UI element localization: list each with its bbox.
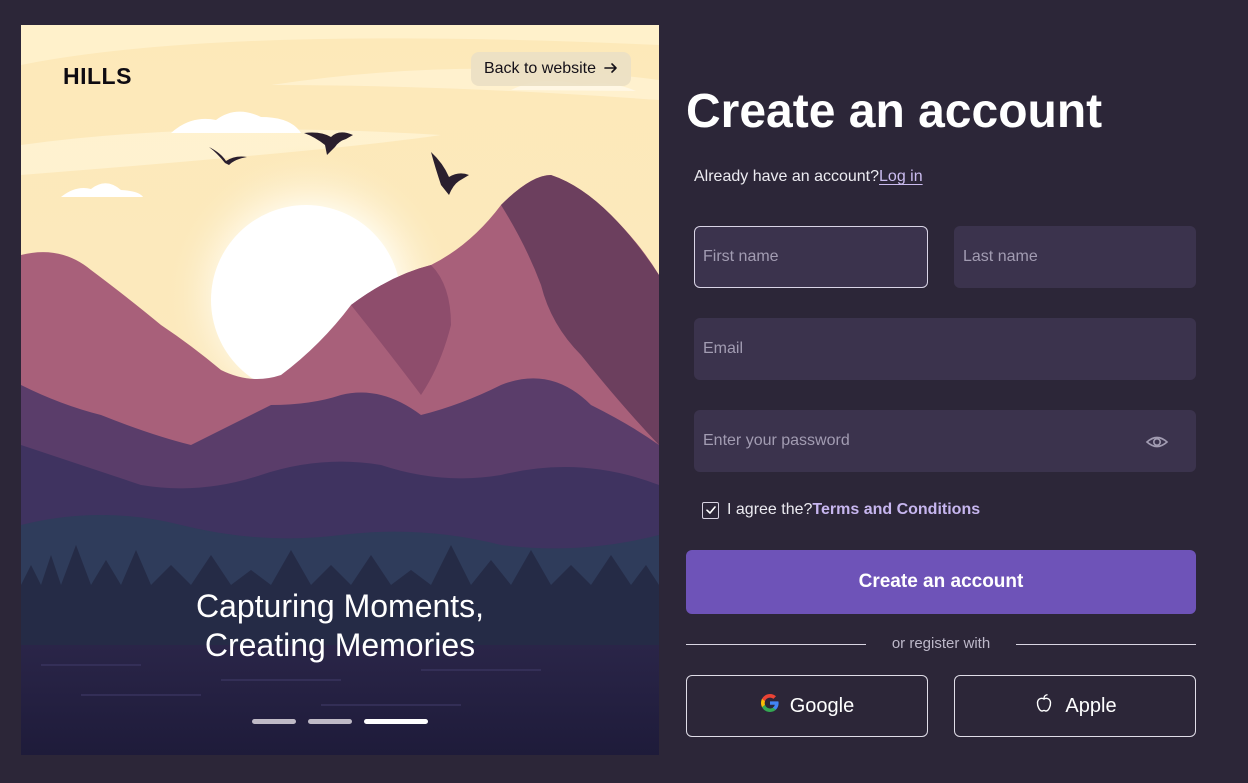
google-label: Google <box>789 694 855 717</box>
hero-tagline: Capturing Moments, Creating Memories <box>21 587 659 665</box>
divider-text: or register with <box>891 635 991 652</box>
divider-line-left <box>686 644 866 645</box>
login-prompt-text: Already have an account? <box>694 168 880 185</box>
apple-logo-icon <box>1033 692 1055 720</box>
email-input[interactable] <box>695 319 1195 379</box>
back-to-website-label: Back to website <box>483 60 597 77</box>
google-signup-button[interactable]: Google <box>686 675 928 737</box>
google-logo-icon <box>760 693 780 719</box>
terms-link[interactable]: Terms and Conditions <box>812 501 980 518</box>
password-field <box>694 410 1196 472</box>
hero-panel: HILLS Back to website Capturing Moments,… <box>21 25 659 755</box>
checkbox-checked-icon[interactable] <box>702 501 719 519</box>
first-name-input[interactable] <box>695 227 927 287</box>
register-divider: or register with <box>686 634 1196 654</box>
carousel-dot-3-active[interactable] <box>364 719 428 724</box>
brand-logo: HILLS <box>63 63 132 89</box>
back-to-website-button[interactable]: Back to website <box>471 52 631 86</box>
tagline-line-1: Capturing Moments, <box>195 588 485 624</box>
apple-label: Apple <box>1065 694 1117 717</box>
login-link[interactable]: Log in <box>879 168 923 185</box>
arrow-right-icon <box>604 61 618 78</box>
page-title: Create an account <box>686 85 1103 138</box>
divider-line-right <box>1016 644 1196 645</box>
first-name-field <box>694 226 928 288</box>
login-prompt: Already have an account?Log in <box>694 168 923 186</box>
carousel-indicators <box>252 719 428 724</box>
apple-signup-button[interactable]: Apple <box>954 675 1196 737</box>
last-name-input[interactable] <box>955 227 1195 287</box>
carousel-dot-2[interactable] <box>308 719 352 724</box>
tagline-line-2: Creating Memories <box>204 627 476 663</box>
password-input[interactable] <box>695 411 1195 471</box>
terms-agreement: I agree the?Terms and Conditions <box>702 501 980 519</box>
last-name-field <box>954 226 1196 288</box>
carousel-dot-1[interactable] <box>252 719 296 724</box>
email-field <box>694 318 1196 380</box>
eye-icon[interactable] <box>1145 430 1169 454</box>
agree-text: I agree the? <box>727 501 813 518</box>
create-account-button[interactable]: Create an account <box>686 550 1196 614</box>
